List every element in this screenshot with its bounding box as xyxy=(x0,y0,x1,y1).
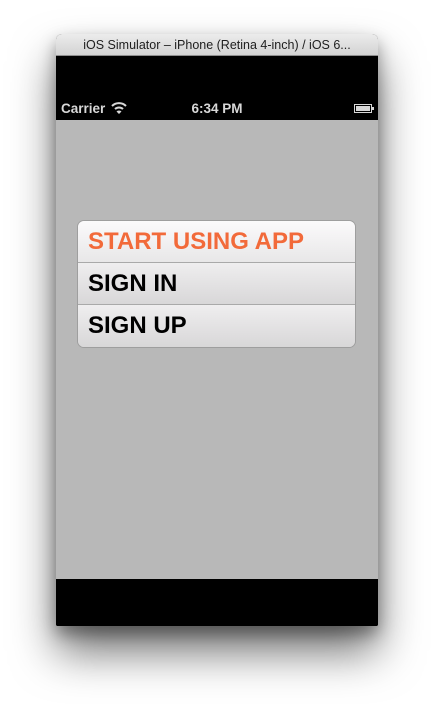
device-bottom-bezel xyxy=(56,579,378,626)
start-using-app-button[interactable]: START USING APP xyxy=(78,221,355,263)
sign-up-label: SIGN UP xyxy=(88,312,187,339)
sign-in-label: SIGN IN xyxy=(88,270,178,297)
start-using-app-label: START USING APP xyxy=(88,228,305,255)
sign-up-button[interactable]: SIGN UP xyxy=(78,305,355,347)
sign-in-button[interactable]: SIGN IN xyxy=(78,263,355,305)
simulator-window: iOS Simulator – iPhone (Retina 4-inch) /… xyxy=(56,34,378,626)
window-title: iOS Simulator – iPhone (Retina 4-inch) /… xyxy=(56,34,378,56)
status-time: 6:34 PM xyxy=(191,101,243,116)
battery-icon xyxy=(354,104,374,113)
app-screen: START USING APP SIGN IN SIGN UP xyxy=(56,120,378,579)
status-bar: Carrier 6:34 PM xyxy=(56,98,378,120)
main-menu: START USING APP SIGN IN SIGN UP xyxy=(77,220,356,348)
device-top-bezel xyxy=(56,56,378,98)
